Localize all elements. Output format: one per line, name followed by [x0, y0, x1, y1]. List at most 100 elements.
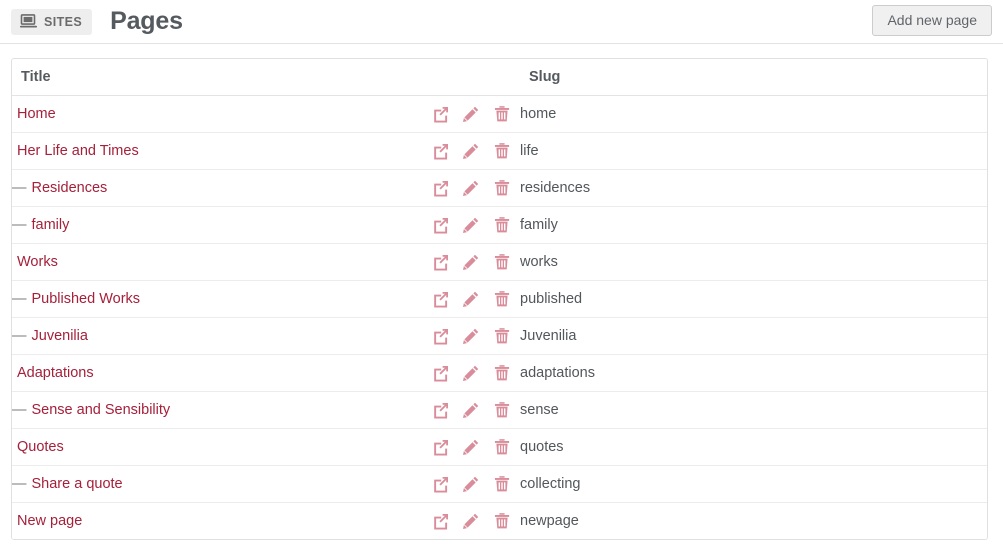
page-slug-cell: newpage [520, 502, 987, 539]
external-link-icon[interactable] [432, 438, 450, 456]
page-title-link[interactable]: Sense and Sensibility [32, 402, 171, 418]
page-title-link[interactable]: New page [17, 513, 82, 529]
table-row: Quotes quotes [12, 428, 987, 466]
row-actions-cell [432, 132, 520, 170]
table-row: Her Life and Times life [12, 132, 987, 170]
page-title-link[interactable]: Published Works [32, 291, 141, 307]
external-link-icon[interactable] [432, 179, 450, 197]
trash-icon[interactable] [493, 142, 511, 160]
page-title-cell: Quotes [12, 428, 432, 466]
trash-icon[interactable] [493, 105, 511, 123]
page-title-link[interactable]: Residences [32, 180, 108, 196]
page-slug-cell: collecting [520, 465, 987, 503]
row-actions-cell [432, 465, 520, 503]
page-slug-cell: works [520, 243, 987, 281]
external-link-icon[interactable] [432, 364, 450, 382]
external-link-icon[interactable] [432, 142, 450, 160]
table-row: New page newpage [12, 502, 987, 539]
page-slug-cell: sense [520, 391, 987, 429]
external-link-icon[interactable] [432, 105, 450, 123]
pencil-icon[interactable] [462, 438, 480, 456]
row-actions-cell [432, 95, 520, 133]
external-link-icon[interactable] [432, 475, 450, 493]
pencil-icon[interactable] [462, 142, 480, 160]
page-title-cell: — family [12, 206, 432, 244]
page-title-link[interactable]: Quotes [17, 439, 64, 455]
page-title-cell: Works [12, 243, 432, 281]
external-link-icon[interactable] [432, 327, 450, 345]
table-header-row: Title Slug [12, 59, 987, 96]
external-link-icon[interactable] [432, 401, 450, 419]
page-title-link[interactable]: Her Life and Times [17, 143, 139, 159]
trash-icon[interactable] [493, 512, 511, 530]
table-row: Works works [12, 243, 987, 281]
external-link-icon[interactable] [432, 216, 450, 234]
trash-icon[interactable] [493, 401, 511, 419]
pages-table: Title Slug Home home Her Life and Times … [12, 59, 987, 539]
top-bar: SITES Pages Add new page [0, 0, 1003, 44]
trash-icon[interactable] [493, 179, 511, 197]
page-title-cell: New page [12, 502, 432, 539]
sites-button-label: SITES [44, 14, 83, 29]
trash-icon[interactable] [493, 253, 511, 271]
pencil-icon[interactable] [462, 401, 480, 419]
table-row: Adaptations adaptations [12, 354, 987, 392]
external-link-icon[interactable] [432, 290, 450, 308]
page-slug-cell: life [520, 132, 987, 170]
external-link-icon[interactable] [432, 512, 450, 530]
child-indent-dash: — [12, 217, 27, 233]
column-header-actions [432, 59, 520, 96]
row-actions-cell [432, 243, 520, 281]
row-actions-cell [432, 502, 520, 539]
page-title: Pages [110, 7, 183, 35]
page-title-cell: Adaptations [12, 354, 432, 392]
trash-icon[interactable] [493, 216, 511, 234]
pencil-icon[interactable] [462, 105, 480, 123]
page-title-link[interactable]: Works [17, 254, 58, 270]
table-row: — Sense and Sensibility sense [12, 391, 987, 429]
trash-icon[interactable] [493, 290, 511, 308]
pencil-icon[interactable] [462, 253, 480, 271]
trash-icon[interactable] [493, 327, 511, 345]
page-title-cell: — Sense and Sensibility [12, 391, 432, 429]
pencil-icon[interactable] [462, 290, 480, 308]
trash-icon[interactable] [493, 438, 511, 456]
external-link-icon[interactable] [432, 253, 450, 271]
table-row: — Residences residences [12, 169, 987, 207]
pencil-icon[interactable] [462, 364, 480, 382]
monitor-icon [20, 14, 37, 29]
row-actions-cell [432, 280, 520, 318]
pencil-icon[interactable] [462, 512, 480, 530]
row-actions-cell [432, 206, 520, 244]
column-header-title: Title [12, 59, 432, 96]
pencil-icon[interactable] [462, 327, 480, 345]
page-title-link[interactable]: Share a quote [32, 476, 123, 492]
page-title-link[interactable]: family [32, 217, 70, 233]
add-new-page-button[interactable]: Add new page [872, 5, 992, 36]
pencil-icon[interactable] [462, 475, 480, 493]
table-header: Title Slug [12, 59, 987, 96]
table-row: — Share a quote collecting [12, 465, 987, 503]
child-indent-dash: — [12, 476, 27, 492]
row-actions-cell [432, 391, 520, 429]
page-title-cell: Her Life and Times [12, 132, 432, 170]
page-slug-cell: residences [520, 169, 987, 207]
pencil-icon[interactable] [462, 179, 480, 197]
child-indent-dash: — [12, 291, 27, 307]
trash-icon[interactable] [493, 364, 511, 382]
sites-button[interactable]: SITES [11, 8, 93, 35]
row-actions-cell [432, 354, 520, 392]
pencil-icon[interactable] [462, 216, 480, 234]
table-row: Home home [12, 95, 987, 133]
page-title-link[interactable]: Home [17, 106, 56, 122]
page-title-link[interactable]: Adaptations [17, 365, 94, 381]
page-title-link[interactable]: Juvenilia [32, 328, 88, 344]
page-title-cell: — Published Works [12, 280, 432, 318]
page-title-cell: — Residences [12, 169, 432, 207]
row-actions-cell [432, 428, 520, 466]
child-indent-dash: — [12, 328, 27, 344]
page-slug-cell: family [520, 206, 987, 244]
table-row: — family family [12, 206, 987, 244]
child-indent-dash: — [12, 402, 27, 418]
trash-icon[interactable] [493, 475, 511, 493]
